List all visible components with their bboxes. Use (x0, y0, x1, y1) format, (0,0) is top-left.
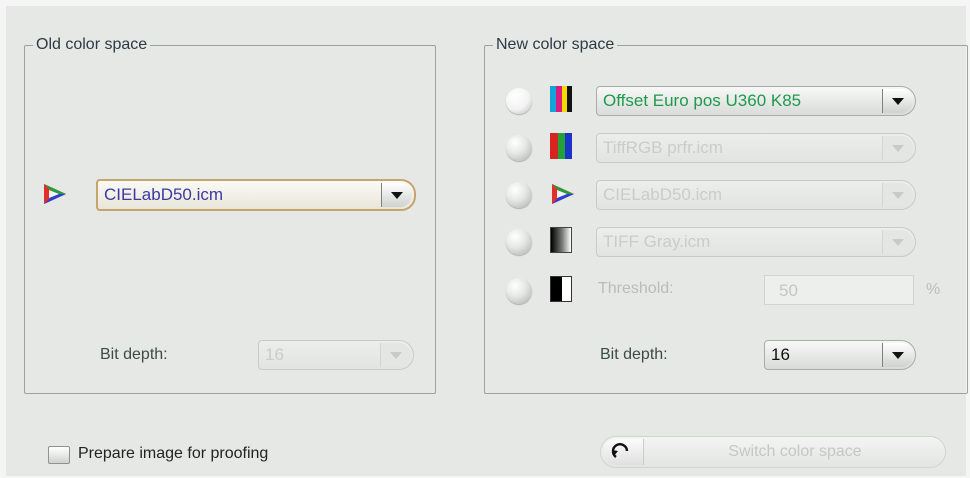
proofing-checkbox[interactable] (48, 446, 70, 464)
lab-triangle-icon (44, 184, 66, 204)
radio-offset-euro[interactable] (506, 88, 532, 114)
proofing-label[interactable]: Prepare image for proofing (78, 445, 268, 463)
tiff-gray-value: TIFF Gray.icm (603, 232, 711, 251)
cmyk-swatch-icon (550, 86, 572, 112)
old-profile-select[interactable]: CIELabD50.icm (96, 179, 416, 211)
switch-color-space-label: Switch color space (728, 443, 862, 460)
chevron-down-icon (882, 230, 913, 254)
new-bit-depth-select[interactable]: 16 (764, 340, 916, 370)
new-color-space-legend: New color space (496, 36, 615, 53)
cielab-value: CIELabD50.icm (603, 185, 723, 204)
new-profile-select-cielab: CIELabD50.icm (596, 180, 916, 210)
undo-arrow-icon (603, 439, 644, 465)
chevron-down-icon[interactable] (882, 343, 913, 367)
new-bit-depth-label: Bit depth: (600, 346, 668, 363)
threshold-unit: % (926, 281, 941, 298)
old-bit-depth-label: Bit depth: (100, 346, 168, 363)
switch-color-space-button: Switch color space (600, 436, 946, 468)
old-bit-depth-value: 16 (265, 345, 284, 364)
threshold-input: 50 (764, 275, 914, 305)
threshold-value: 50 (779, 281, 798, 300)
tiff-rgb-value: TiffRGB prfr.icm (603, 138, 723, 157)
new-profile-select-offset-euro[interactable]: Offset Euro pos U360 K85 (596, 86, 916, 116)
grayscale-gradient-icon (550, 227, 572, 253)
chevron-down-icon (882, 136, 913, 160)
chevron-down-icon[interactable] (882, 89, 913, 113)
lab-triangle-icon (552, 184, 574, 204)
color-space-dialog: Old color space CIELabD50.icm Bit depth:… (6, 6, 968, 476)
radio-tiff-gray[interactable] (506, 229, 532, 255)
new-profile-select-tiff-gray: TIFF Gray.icm (596, 227, 916, 257)
old-profile-value: CIELabD50.icm (104, 185, 224, 204)
chevron-down-icon (882, 183, 913, 207)
old-bit-depth-select: 16 (258, 340, 414, 370)
old-color-space-legend: Old color space (36, 36, 148, 53)
radio-cielab[interactable] (506, 182, 532, 208)
new-bit-depth-value: 16 (771, 345, 790, 364)
rgb-swatch-icon (550, 133, 572, 159)
radio-threshold[interactable] (506, 278, 532, 304)
black-white-icon (550, 276, 572, 302)
threshold-label: Threshold: (598, 280, 674, 297)
chevron-down-icon (380, 343, 411, 367)
radio-tiff-rgb[interactable] (506, 135, 532, 161)
chevron-down-icon[interactable] (381, 183, 412, 207)
new-profile-select-tiff-rgb: TiffRGB prfr.icm (596, 133, 916, 163)
offset-euro-value: Offset Euro pos U360 K85 (603, 91, 802, 110)
